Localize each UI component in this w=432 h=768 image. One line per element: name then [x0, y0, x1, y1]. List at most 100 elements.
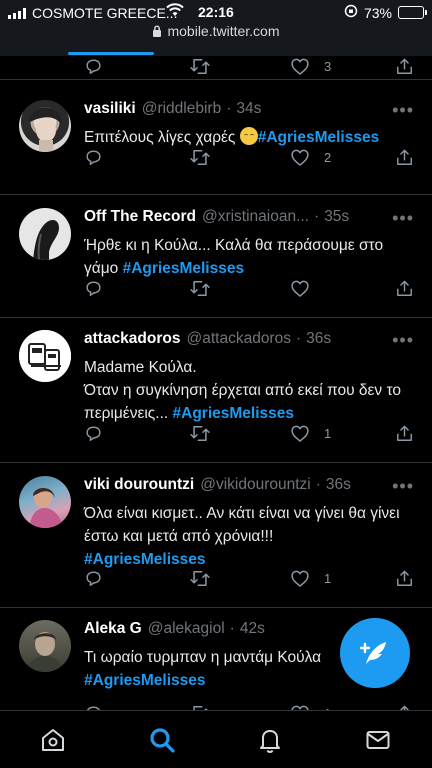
display-name[interactable]: viki dourountzi [84, 476, 194, 494]
retweet-icon [190, 425, 210, 441]
tweet-actions: 2 [0, 144, 432, 170]
display-name[interactable]: vasiliki [84, 100, 136, 118]
like-button[interactable]: 3 [290, 57, 331, 76]
retweet-icon [190, 280, 210, 296]
compose-tweet-button[interactable] [340, 618, 410, 688]
timestamp[interactable]: 34s [236, 100, 261, 118]
timestamp[interactable]: 36s [326, 476, 351, 494]
like-count: 2 [324, 149, 332, 165]
avatar[interactable] [19, 476, 71, 528]
separator-dot: · [315, 476, 321, 493]
reply-icon [86, 570, 101, 586]
like-count: 1 [324, 570, 332, 586]
like-button[interactable] [290, 279, 324, 298]
avatar[interactable] [19, 620, 71, 672]
retweet-button[interactable] [189, 57, 211, 76]
share-icon [397, 280, 412, 296]
like-count: 1 [324, 425, 332, 441]
avatar[interactable] [19, 330, 71, 382]
more-options-icon[interactable]: ••• [392, 208, 414, 229]
reply-icon [86, 280, 101, 296]
timestamp[interactable]: 42s [240, 620, 265, 638]
search-icon [150, 728, 175, 753]
reply-button[interactable] [84, 57, 103, 76]
timeline-feed[interactable]: 3 vasiliki @riddlebirb · 34s ••• Επιτέλο… [0, 56, 432, 710]
tweet[interactable]: vasiliki @riddlebirb · 34s ••• Επιτέλους… [0, 80, 432, 195]
hashtag-link[interactable]: #AgriesMelisses [84, 672, 206, 689]
share-icon [397, 570, 412, 586]
retweet-button[interactable] [189, 569, 211, 588]
battery-percent: 73% [363, 4, 392, 21]
separator-dot: · [229, 620, 235, 637]
nav-explore[interactable] [147, 725, 177, 755]
more-options-icon[interactable]: ••• [392, 476, 414, 497]
heart-icon [291, 280, 309, 297]
retweet-button[interactable] [189, 279, 211, 298]
relieved-face-emoji-icon [239, 127, 258, 145]
reply-button[interactable] [84, 148, 103, 167]
share-button[interactable] [395, 57, 414, 76]
url-bar[interactable]: mobile.twitter.com [0, 23, 432, 39]
like-button[interactable]: 1 [290, 569, 331, 588]
separator-dot: · [226, 100, 232, 117]
nav-home[interactable] [38, 725, 68, 755]
share-button[interactable] [395, 279, 414, 298]
tweet-actions: 1 [0, 420, 432, 446]
retweet-icon [190, 570, 210, 586]
like-button[interactable]: 1 [290, 424, 331, 443]
heart-icon [291, 570, 309, 587]
wifi-icon [166, 3, 184, 20]
share-button[interactable] [395, 424, 414, 443]
tweet-header: viki dourountzi @vikidourountzi · 36s [84, 476, 414, 498]
share-button[interactable] [395, 148, 414, 167]
display-name[interactable]: attackadoros [84, 330, 180, 348]
avatar[interactable] [19, 208, 71, 260]
tweet-text: Ήρθε κι η Κούλα... Καλά θα περάσουμε στο… [84, 234, 414, 280]
battery-area: 73% [344, 4, 427, 21]
retweet-icon [190, 58, 210, 74]
username[interactable]: @attackadoros [186, 330, 290, 348]
more-options-icon[interactable]: ••• [392, 100, 414, 121]
tweet[interactable]: viki dourountzi @vikidourountzi · 36s ••… [0, 463, 432, 608]
separator-dot: · [314, 208, 320, 225]
tweet-body-text: Όλα είναι κισμετ.. Αν κάτι είναι να γίνε… [84, 505, 400, 545]
retweet-button[interactable] [189, 148, 211, 167]
display-name[interactable]: Off The Record [84, 208, 196, 226]
username[interactable]: @alekagiol [148, 620, 225, 638]
timestamp[interactable]: 36s [306, 330, 331, 348]
nav-messages[interactable] [363, 725, 393, 755]
heart-icon [291, 425, 309, 442]
share-button[interactable] [395, 569, 414, 588]
username[interactable]: @riddlebirb [142, 100, 222, 118]
nav-notifications[interactable] [255, 725, 285, 755]
tweet[interactable]: attackadoros @attackadoros · 36s ••• Mad… [0, 318, 432, 463]
home-icon [42, 729, 64, 751]
messages-icon [366, 731, 390, 749]
bottom-nav-bar [0, 710, 432, 768]
username[interactable]: @xristinaioan... [202, 208, 309, 226]
notifications-icon [260, 730, 280, 753]
more-options-icon[interactable]: ••• [392, 330, 414, 351]
browser-top-bar: COSMOTE GREECE... 22:16 73% mobile.twitt… [0, 0, 432, 56]
separator-dot: · [295, 330, 302, 347]
tweet-text: Madame Κούλα. Όταν η συγκίνηση έρχεται α… [84, 356, 414, 425]
share-icon [397, 149, 412, 165]
like-button[interactable]: 2 [290, 148, 331, 167]
tweet-actions [0, 275, 432, 301]
battery-icon [398, 6, 427, 19]
retweet-button[interactable] [189, 424, 211, 443]
reply-button[interactable] [84, 424, 103, 443]
username[interactable]: @vikidourountzi [200, 476, 311, 494]
tweet-actions: 1 [0, 700, 432, 710]
compose-feather-icon [359, 642, 386, 664]
reply-button[interactable] [84, 569, 103, 588]
carrier-info: COSMOTE GREECE... [8, 5, 177, 21]
display-name[interactable]: Aleka G [84, 620, 142, 638]
tweet-body-text: Τι ωραίο τυρμπαν η μαντάμ Κούλα [84, 649, 322, 666]
retweet-icon [190, 149, 210, 165]
active-tab-indicator [68, 52, 154, 55]
tweet-header: attackadoros @attackadoros · 36s [84, 330, 414, 352]
tweet[interactable]: Off The Record @xristinaioan... · 35s ••… [0, 195, 432, 318]
reply-button[interactable] [84, 279, 103, 298]
timestamp[interactable]: 35s [324, 208, 349, 226]
